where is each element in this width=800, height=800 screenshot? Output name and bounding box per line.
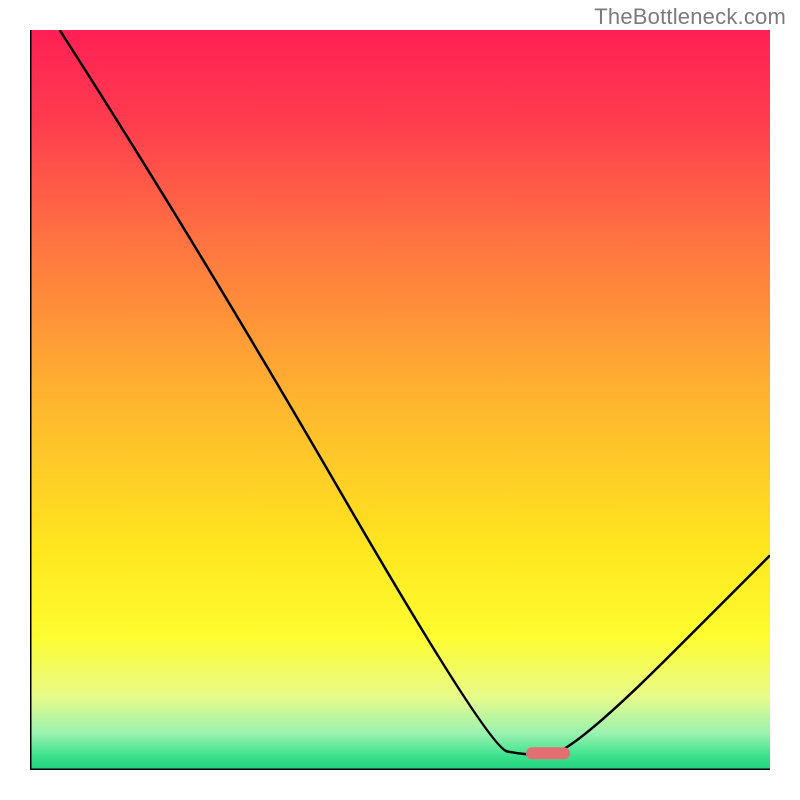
- bottleneck-chart: [30, 30, 770, 770]
- chart-background: [30, 30, 770, 770]
- chart-container: [30, 30, 770, 770]
- optimal-marker: [526, 747, 570, 759]
- watermark-text: TheBottleneck.com: [594, 4, 786, 30]
